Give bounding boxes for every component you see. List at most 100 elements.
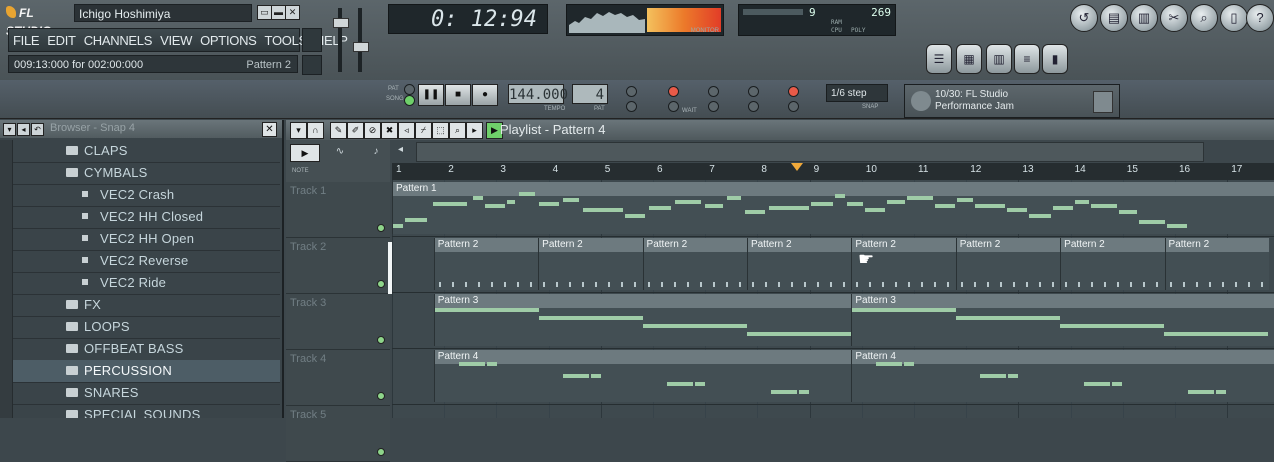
pattern-clip[interactable]: Pattern 2 (1060, 238, 1165, 290)
delete-icon[interactable]: ✖ (381, 122, 398, 139)
menu-file[interactable]: FILE (9, 33, 43, 48)
pencil-icon[interactable]: ✎ (330, 122, 347, 139)
browser-item[interactable]: VEC2 Crash (0, 184, 280, 207)
track-led-icon[interactable] (377, 392, 385, 400)
pattern-number-display[interactable]: 4 (572, 84, 608, 104)
track-header[interactable]: Track 4 (286, 350, 390, 406)
menu-options[interactable]: OPTIONS (196, 33, 260, 48)
track-header[interactable]: Track 1 (286, 182, 390, 238)
browser-back-icon[interactable]: ↶ (31, 123, 44, 136)
pattern-clip[interactable]: Pattern 4 (433, 350, 852, 402)
pattern-clip[interactable]: Pattern 2 (746, 238, 852, 290)
pan-radio[interactable] (788, 101, 799, 112)
auto-radio[interactable] (748, 101, 759, 112)
automation-view-icon[interactable]: ♪ (362, 144, 390, 160)
song-name-field[interactable]: Ichigo Hoshimiya (74, 4, 252, 22)
overdub-radio[interactable] (708, 101, 719, 112)
record-button[interactable]: ● (472, 84, 498, 106)
save-new-icon[interactable]: ▤ (1100, 4, 1128, 32)
browser-item[interactable]: CYMBALS (0, 162, 280, 185)
track-led-icon[interactable] (377, 336, 385, 344)
pattern-clip[interactable]: Pattern 3 (851, 294, 1274, 346)
close-button[interactable]: ✕ (285, 5, 300, 20)
browser-item[interactable]: VEC2 Reverse (0, 250, 280, 273)
playhead-marker-icon[interactable] (791, 163, 803, 171)
metronome-radio[interactable] (626, 86, 637, 97)
track-led-icon[interactable] (377, 280, 385, 288)
news-panel[interactable]: 10/30: FL Studio Performance Jam (904, 84, 1120, 118)
blend-radio[interactable] (626, 101, 637, 112)
playback-icon[interactable]: ▸ (466, 122, 483, 139)
stop-button[interactable]: ■ (445, 84, 471, 106)
monitor-panel[interactable]: MONITOR (566, 4, 724, 36)
magnet-icon[interactable]: ∩ (307, 122, 324, 139)
master-volume-knob[interactable] (333, 18, 349, 28)
browser-item[interactable]: PERCUSSION (0, 360, 280, 383)
pattern-clip[interactable]: Pattern 2 (1164, 238, 1269, 290)
browser-item[interactable]: VEC2 HH Closed (0, 206, 280, 229)
pattern-clip[interactable]: Pattern 2 (642, 238, 747, 290)
menu-channels[interactable]: CHANNELS (80, 33, 156, 48)
help-icon[interactable]: ? (1246, 4, 1274, 32)
audio-view-icon[interactable]: ∿ (326, 144, 354, 160)
browser-menu-icon[interactable]: ▾ (3, 123, 16, 136)
step-edit-radio[interactable] (788, 86, 799, 97)
save-icon[interactable]: ▥ (1130, 4, 1158, 32)
browser-item[interactable]: FX (0, 294, 280, 317)
playlist-window-icon[interactable]: ☰ (926, 44, 952, 74)
pat-mode-radio[interactable] (404, 84, 415, 95)
browser-close-icon[interactable]: ✕ (262, 122, 277, 137)
master-pitch-track[interactable] (358, 8, 362, 72)
select-icon[interactable]: ⬚ (432, 122, 449, 139)
browser-item[interactable]: VEC2 Ride (0, 272, 280, 295)
minimize-button[interactable]: ▬ (271, 5, 286, 20)
mute-icon[interactable]: ⊘ (364, 122, 381, 139)
tools-icon[interactable]: ✂ (1160, 4, 1188, 32)
track-2-selector[interactable] (388, 242, 392, 294)
snap-step-select[interactable]: 1/6 step (826, 84, 888, 102)
track-header[interactable]: Track 5 (286, 406, 390, 462)
browser-item[interactable]: OFFBEAT BASS (0, 338, 280, 361)
document-icon[interactable]: ▯ (1220, 4, 1248, 32)
pattern-clip[interactable]: Pattern 1 (392, 182, 1274, 234)
track-led-icon[interactable] (377, 224, 385, 232)
brush-icon[interactable]: ✐ (347, 122, 364, 139)
piano-roll-icon[interactable]: ▥ (986, 44, 1012, 74)
pattern-clip[interactable]: Pattern 2 (538, 238, 643, 290)
playlist-ruler[interactable]: 1 2 3 4 5 6 7 8 9 10 11 12 13 14 15 16 17 (392, 163, 1274, 180)
slip-icon[interactable]: ◃ (398, 122, 415, 139)
browser-collapse-icon[interactable]: ◂ (17, 123, 30, 136)
pattern-view-icon[interactable]: ▶ (290, 144, 320, 162)
scroll-left-icon[interactable]: ◂ (398, 144, 403, 155)
pattern-clip[interactable]: Pattern 2 (955, 238, 1061, 290)
track-header[interactable]: Track 3 (286, 294, 390, 350)
pattern-clip[interactable]: Pattern 4 (851, 350, 1274, 402)
slice-icon[interactable]: ⌿ (415, 122, 432, 139)
menu-extra[interactable] (302, 28, 322, 52)
playlist-menu-icon[interactable]: ▾ (290, 122, 307, 139)
search-icon[interactable]: ⌕ (1190, 4, 1218, 32)
loop-record-radio[interactable] (748, 86, 759, 97)
countdown-radio[interactable] (668, 86, 679, 97)
browser-item[interactable]: VEC2 HH Open (0, 228, 280, 251)
horizontal-scrollbar[interactable] (416, 142, 1204, 162)
master-pitch-knob[interactable] (353, 42, 369, 52)
menu-view[interactable]: VIEW (156, 33, 196, 48)
window-list-button[interactable]: ▭ (257, 5, 272, 20)
step-sequencer-icon[interactable]: ▦ (956, 44, 982, 74)
typing-radio[interactable] (708, 86, 719, 97)
play-pause-button[interactable]: ❚❚ (418, 84, 444, 106)
track-header[interactable]: Track 2 (286, 238, 390, 294)
browser-item[interactable]: SPECIAL SOUNDS (0, 404, 280, 418)
zoom-icon[interactable]: ⌕ (449, 122, 466, 139)
mixer-icon[interactable]: ▮ (1042, 44, 1068, 74)
browser-item[interactable]: CLAPS (0, 140, 280, 163)
browser-item[interactable]: LOOPS (0, 316, 280, 339)
news-user-icon[interactable] (1093, 91, 1113, 113)
tempo-display[interactable]: 144.000 (508, 84, 568, 104)
browser-window-icon[interactable]: ≡ (1014, 44, 1040, 74)
song-mode-radio[interactable] (404, 95, 415, 106)
browser-item[interactable]: SNARES (0, 382, 280, 405)
pattern-clip[interactable]: Pattern 2 (433, 238, 539, 290)
song-time-display[interactable]: 0: 12:94 (388, 4, 548, 34)
